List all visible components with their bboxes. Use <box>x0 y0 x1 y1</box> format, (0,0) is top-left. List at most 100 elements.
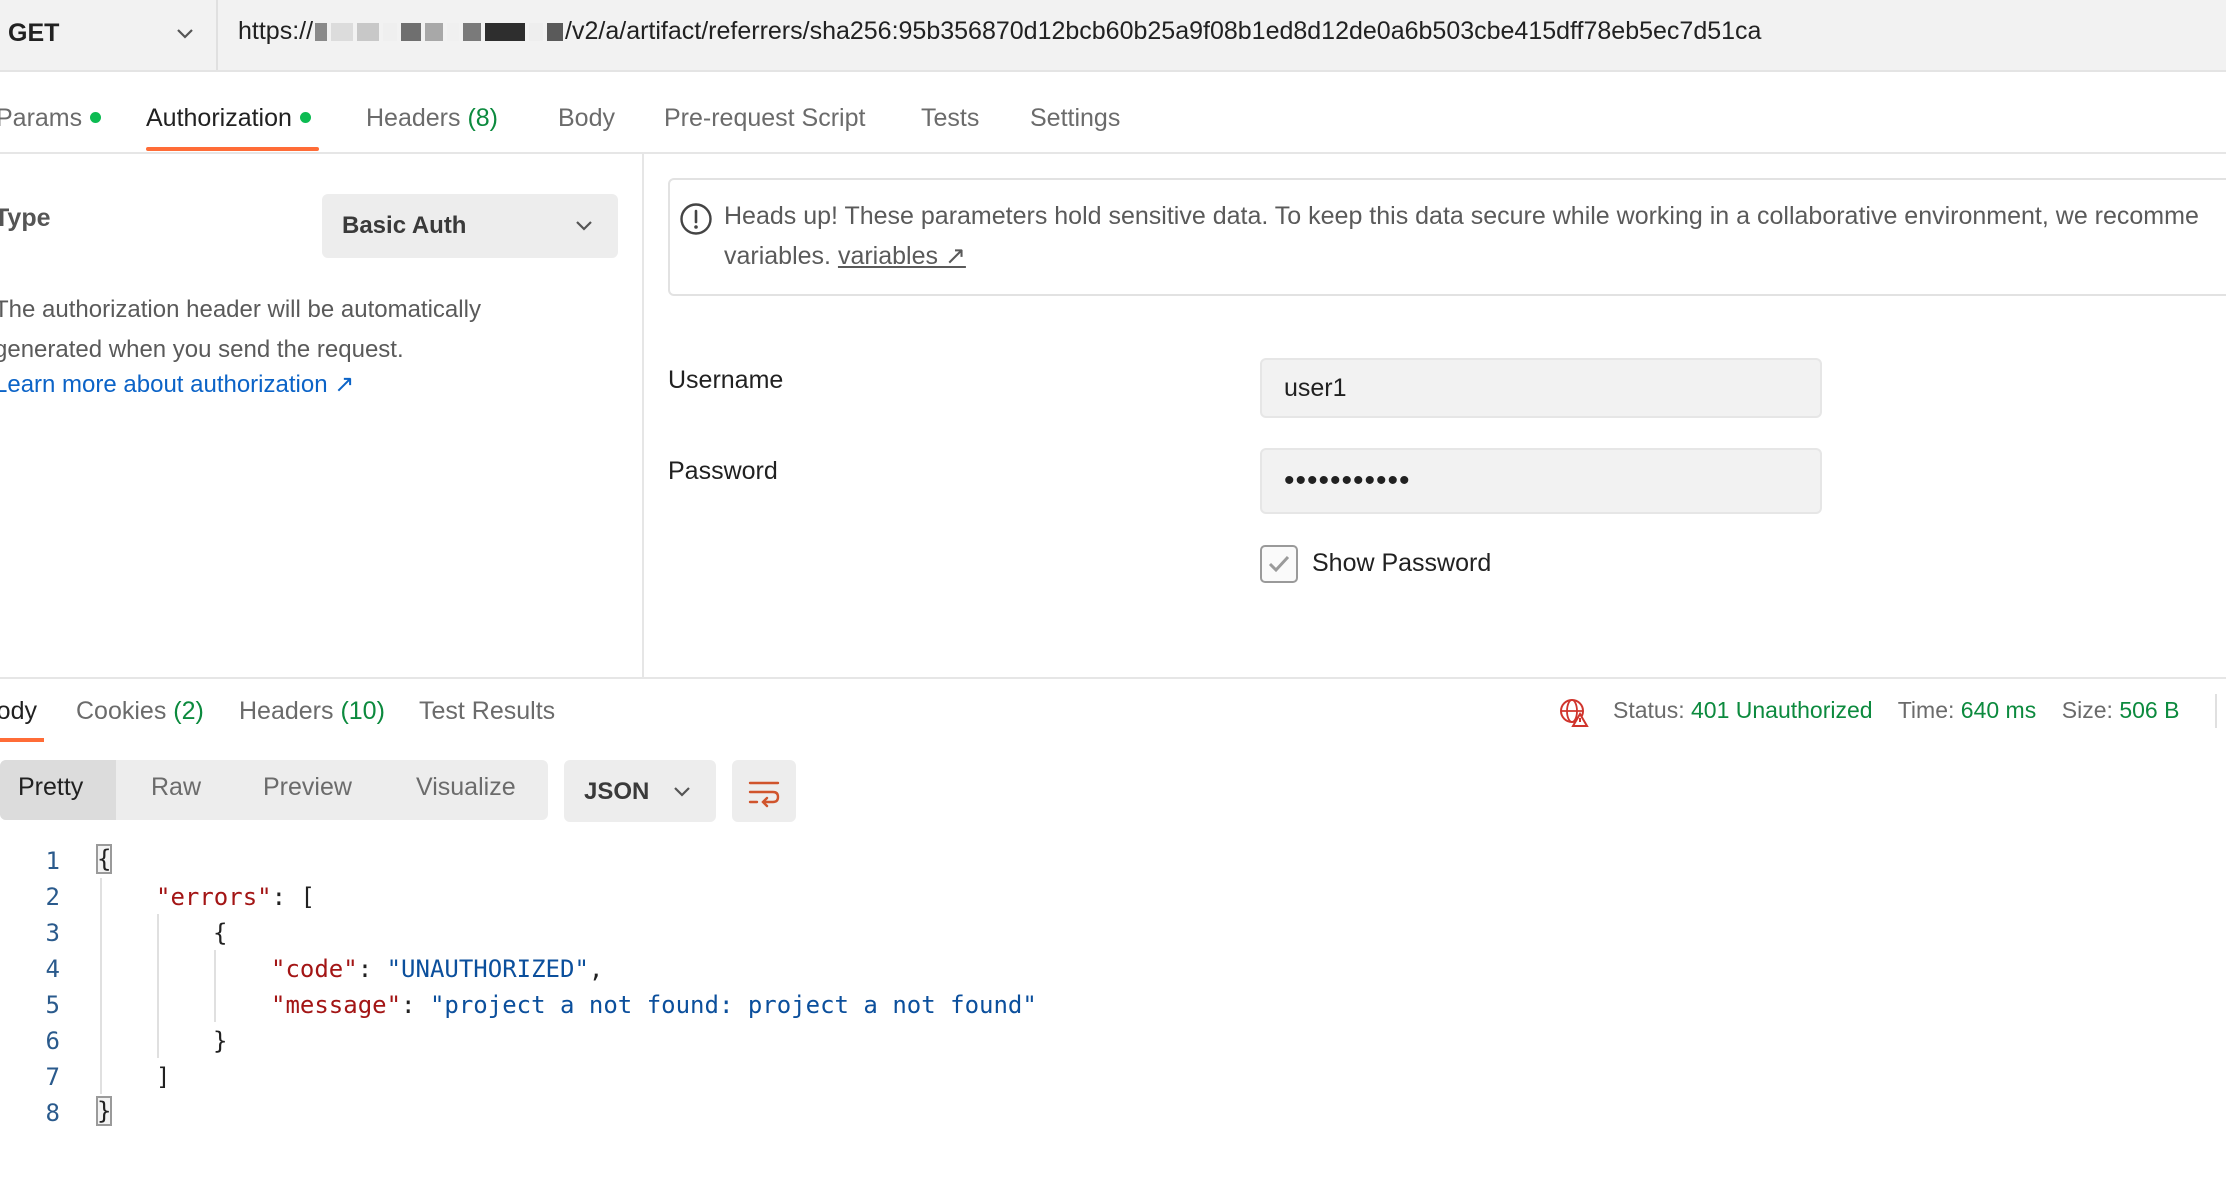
auth-description-line2: generated when you send the request. <box>0 336 404 363</box>
tab-authorization[interactable]: Authorization <box>146 104 311 133</box>
response-active-tab-indicator <box>0 738 44 742</box>
auth-type-value: Basic Auth <box>342 212 467 239</box>
code-line-6: } <box>213 1027 228 1055</box>
chevron-down-icon <box>576 221 592 231</box>
line-number: 5 <box>45 991 60 1019</box>
view-pretty[interactable]: Pretty <box>18 773 83 802</box>
indent-guide <box>214 950 216 1022</box>
active-tab-indicator <box>146 147 319 151</box>
tab-params-label: Params <box>0 104 83 132</box>
line-number: 4 <box>45 955 60 983</box>
url-input[interactable]: https:// /v2/a/artifact/referrers/sha256… <box>238 17 1761 46</box>
code-line-4: "code": "UNAUTHORIZED", <box>271 955 603 983</box>
status-value[interactable]: 401 Unauthorized <box>1691 697 1873 723</box>
json-punct: : [ <box>271 883 315 911</box>
tab-authorization-label: Authorization <box>146 104 292 132</box>
line-number: 1 <box>45 847 60 875</box>
status-separator <box>2215 694 2217 728</box>
tab-headers-count: (8) <box>467 104 499 132</box>
indent-guide <box>100 878 102 1094</box>
tab-params[interactable]: Params <box>0 104 102 133</box>
auth-description-line1: The authorization header will be automat… <box>0 296 481 323</box>
response-tab-test-results[interactable]: Test Results <box>419 697 555 726</box>
json-punct: , <box>588 955 604 983</box>
status-label: Status: <box>1613 697 1685 723</box>
size-label: Size: <box>2061 697 2113 723</box>
auth-type-select[interactable]: Basic Auth <box>322 194 618 258</box>
password-field[interactable]: ••••••••••• <box>1260 448 1822 514</box>
show-password-label[interactable]: Show Password <box>1312 549 1491 578</box>
url-path: /v2/a/artifact/referrers/sha256:95b35687… <box>565 17 1762 45</box>
view-mode-segmented: Pretty Raw Preview Visualize <box>0 760 548 820</box>
banner-line2: variables. variables ↗ <box>724 236 2199 276</box>
response-tab-cookies[interactable]: Cookies (2) <box>76 697 204 726</box>
variables-link[interactable]: variables ↗ <box>838 242 966 270</box>
line-number: 2 <box>45 883 60 911</box>
view-raw[interactable]: Raw <box>151 773 201 802</box>
banner-line2-text: variables. <box>724 242 831 270</box>
view-visualize[interactable]: Visualize <box>416 773 516 802</box>
json-punct: : <box>357 955 387 983</box>
line-number: 8 <box>45 1099 60 1127</box>
method-select[interactable]: GET <box>0 0 218 70</box>
indent-guide <box>157 914 159 1058</box>
json-key: "message" <box>271 991 402 1019</box>
password-label: Password <box>668 457 778 485</box>
response-divider <box>0 677 2226 679</box>
line-number: 7 <box>45 1063 60 1091</box>
time-value[interactable]: 640 ms <box>1961 697 2036 723</box>
cookies-count: (2) <box>173 697 204 725</box>
banner-line1: Heads up! These parameters hold sensitiv… <box>724 202 2199 230</box>
banner-text: Heads up! These parameters hold sensitiv… <box>724 196 2199 276</box>
json-string: "project a not found: project a not foun… <box>429 991 1037 1019</box>
code-line-2: "errors": [ <box>156 883 315 911</box>
response-tab-body[interactable]: Body <box>0 697 37 726</box>
info-icon <box>680 203 712 235</box>
tab-body[interactable]: Body <box>558 104 615 133</box>
redacted-host <box>313 22 565 41</box>
checkmark-icon <box>1268 555 1290 573</box>
code-line-8: } <box>95 1096 113 1126</box>
show-password-checkbox[interactable] <box>1260 545 1298 583</box>
size-value[interactable]: 506 B <box>2119 697 2179 723</box>
tab-headers[interactable]: Headers (8) <box>366 104 498 133</box>
format-value: JSON <box>584 778 650 805</box>
learn-more-link[interactable]: Learn more about authorization ↗ <box>0 370 354 399</box>
tabs-divider <box>0 152 2226 154</box>
method-label: GET <box>8 19 60 47</box>
password-value: ••••••••••• <box>1284 464 1411 497</box>
wrap-lines-button[interactable] <box>732 760 796 822</box>
username-field[interactable]: user1 <box>1260 358 1822 418</box>
response-meta: Status: 401 Unauthorized Time: 640 ms Si… <box>1613 697 2179 724</box>
json-punct: : <box>401 991 430 1019</box>
username-value: user1 <box>1284 374 1347 402</box>
response-tab-headers[interactable]: Headers (10) <box>239 697 385 726</box>
json-key: "errors" <box>156 883 272 911</box>
json-string: "UNAUTHORIZED" <box>386 955 589 983</box>
code-line-7: ] <box>156 1063 171 1091</box>
url-prefix: https:// <box>238 17 314 45</box>
panel-divider <box>642 154 644 678</box>
wrap-lines-icon <box>748 781 780 808</box>
tab-tests[interactable]: Tests <box>921 104 979 133</box>
response-tab-cookies-label: Cookies <box>76 697 167 725</box>
username-label: Username <box>668 366 784 394</box>
auth-type-label: Type <box>0 204 51 232</box>
code-line-1: { <box>95 844 113 874</box>
tab-headers-label: Headers <box>366 104 461 132</box>
view-preview[interactable]: Preview <box>263 773 352 802</box>
tab-settings[interactable]: Settings <box>1030 104 1120 133</box>
response-tab-headers-label: Headers <box>239 697 334 725</box>
chevron-down-icon <box>177 29 193 39</box>
params-indicator-dot <box>90 111 102 123</box>
time-label: Time: <box>1897 697 1955 723</box>
sensitive-data-banner: Heads up! These parameters hold sensitiv… <box>668 178 2226 296</box>
authorization-indicator-dot <box>299 111 311 123</box>
tab-prerequest-script[interactable]: Pre-request Script <box>664 104 865 133</box>
code-line-5: "message": "project a not found: project… <box>271 991 1037 1019</box>
code-line-3: { <box>213 919 228 947</box>
response-headers-count: (10) <box>340 697 385 725</box>
line-number: 6 <box>45 1027 60 1055</box>
response-tab-body-label: Body <box>0 697 37 725</box>
format-select[interactable]: JSON <box>564 760 716 822</box>
